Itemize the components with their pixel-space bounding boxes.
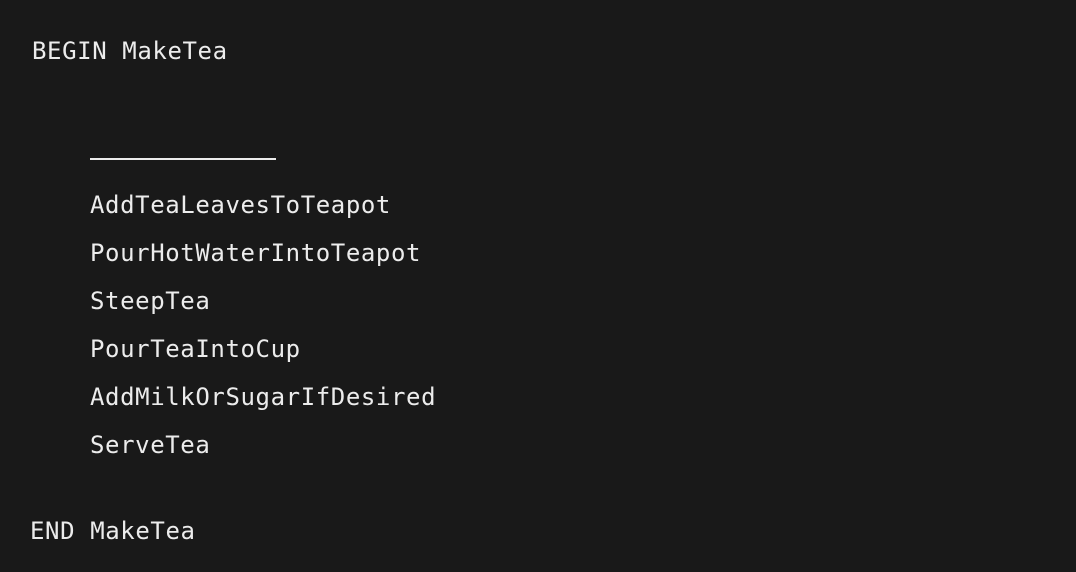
step-item: AddTeaLeavesToTeapot: [90, 191, 391, 219]
step-item: ServeTea: [90, 431, 211, 459]
step-item: AddMilkOrSugarIfDesired: [90, 383, 437, 411]
missing-step-blank: [90, 158, 276, 160]
step-list: AddTeaLeavesToTeapot PourHotWaterIntoTea…: [90, 181, 436, 469]
begin-statement: BEGIN MakeTea: [32, 37, 228, 65]
end-statement: END MakeTea: [30, 517, 196, 545]
step-item: PourHotWaterIntoTeapot: [90, 239, 422, 267]
step-item: SteepTea: [90, 287, 211, 315]
pseudocode-block: BEGIN MakeTea AddTeaLeavesToTeapot PourH…: [0, 0, 1076, 572]
step-item: PourTeaIntoCup: [90, 335, 301, 363]
